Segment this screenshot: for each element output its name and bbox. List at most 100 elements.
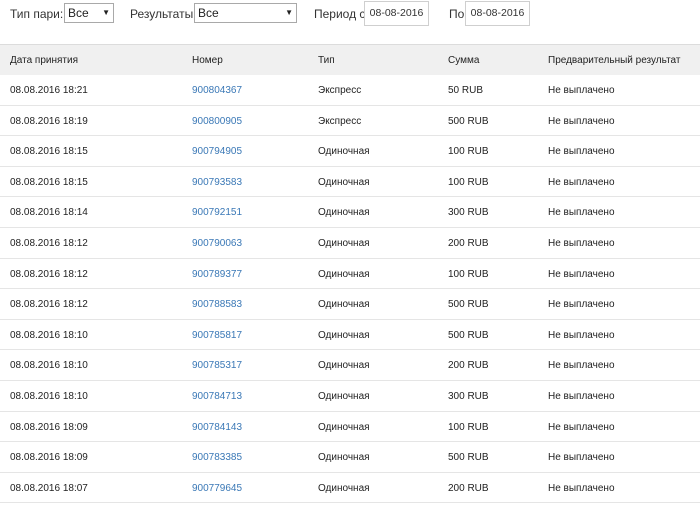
header-amount[interactable]: Сумма — [448, 55, 479, 66]
table-row: 08.08.2016 18:09 900784143 Одиночная 100 RU… — [0, 412, 700, 443]
row-amount: 200 RUB — [448, 360, 489, 372]
row-type: Одиночная — [318, 146, 370, 158]
row-date: 08.08.2016 18:09 — [10, 452, 88, 464]
row-amount: 500 RUB — [448, 115, 489, 127]
row-number-link[interactable]: 900783385 — [192, 452, 242, 463]
row-number-link[interactable]: 900794905 — [192, 146, 242, 157]
table-row: 08.08.2016 18:21 900804367 Экспресс 50 RUB Н… — [0, 75, 700, 106]
row-number-link[interactable]: 900804367 — [192, 85, 242, 96]
bet-type-select[interactable]: Все ▼ — [64, 3, 114, 23]
header-number[interactable]: Номер — [192, 55, 223, 66]
row-result: Не выплачено — [548, 115, 615, 127]
row-amount: 500 RUB — [448, 329, 489, 341]
row-number-link[interactable]: 900779645 — [192, 483, 242, 494]
period-to-input[interactable]: 08-08-2016 — [465, 1, 530, 26]
row-result: Не выплачено — [548, 207, 615, 219]
row-amount: 100 RUB — [448, 176, 489, 188]
row-number-link[interactable]: 900789377 — [192, 269, 242, 280]
row-amount: 100 RUB — [448, 146, 489, 158]
chevron-down-icon: ▼ — [285, 8, 293, 17]
row-type: Одиночная — [318, 207, 370, 219]
row-result: Не выплачено — [548, 85, 615, 96]
row-type: Экспресс — [318, 115, 362, 127]
row-amount: 200 RUB — [448, 482, 489, 494]
bets-table: Дата принятия Номер Тип Сумма Предварите… — [0, 44, 700, 504]
row-date: 08.08.2016 18:12 — [10, 299, 88, 311]
bet-type-value: Все — [68, 6, 89, 20]
row-number-link[interactable]: 900792151 — [192, 207, 242, 218]
filter-bar: Тип пари: Все ▼ Результаты Все ▼ Период … — [0, 0, 700, 28]
table-row: 08.08.2016 18:12 900788583 Одиночная 500 RU… — [0, 289, 700, 320]
row-date: 08.08.2016 18:12 — [10, 237, 88, 249]
row-type: Одиночная — [318, 237, 370, 249]
row-result: Не выплачено — [548, 268, 615, 280]
row-date: 08.08.2016 18:10 — [10, 360, 88, 372]
row-result: Не выплачено — [548, 390, 615, 402]
row-result: Не выплачено — [548, 421, 615, 433]
row-result: Не выплачено — [548, 237, 615, 249]
row-result: Не выплачено — [548, 176, 615, 188]
table-row: 08.08.2016 18:12 900790063 Одиночная 200 RU… — [0, 228, 700, 259]
table-row: 08.08.2016 18:10 900785817 Одиночная 500 RU… — [0, 320, 700, 351]
table-row: 08.08.2016 18:10 900784713 Одиночная 300 RU… — [0, 381, 700, 412]
row-date: 08.08.2016 18:09 — [10, 421, 88, 433]
table-body: 08.08.2016 18:21 900804367 Экспресс 50 RUB Н… — [0, 75, 700, 504]
table-row: 08.08.2016 18:15 900794905 Одиночная 100 RU… — [0, 136, 700, 167]
row-amount: 50 RUB — [448, 85, 484, 96]
row-type: Одиночная — [318, 482, 370, 494]
row-date: 08.08.2016 18:12 — [10, 268, 88, 280]
row-type: Одиночная — [318, 176, 370, 188]
table-row: 08.08.2016 18:12 900789377 Одиночная 100 RU… — [0, 259, 700, 290]
row-date: 08.08.2016 18:07 — [10, 482, 88, 494]
row-result: Не выплачено — [548, 360, 615, 372]
table-header: Дата принятия Номер Тип Сумма Предварите… — [0, 44, 700, 75]
table-row: 08.08.2016 18:09 900783385 Одиночная 500 RU… — [0, 442, 700, 473]
row-number-link[interactable]: 900785817 — [192, 330, 242, 341]
row-type: Одиночная — [318, 421, 370, 433]
period-to-label: По — [449, 7, 465, 21]
row-type: Одиночная — [318, 329, 370, 341]
row-type: Одиночная — [318, 452, 370, 464]
row-type: Одиночная — [318, 299, 370, 311]
results-value: Все — [198, 6, 219, 20]
row-amount: 100 RUB — [448, 421, 489, 433]
row-amount: 100 RUB — [448, 268, 489, 280]
results-select[interactable]: Все ▼ — [194, 3, 297, 23]
row-date: 08.08.2016 18:15 — [10, 146, 88, 158]
row-number-link[interactable]: 900790063 — [192, 238, 242, 249]
row-number-link[interactable]: 900785317 — [192, 360, 242, 371]
row-result: Не выплачено — [548, 146, 615, 158]
row-type: Одиночная — [318, 268, 370, 280]
row-date: 08.08.2016 18:19 — [10, 115, 88, 127]
row-amount: 500 RUB — [448, 299, 489, 311]
row-result: Не выплачено — [548, 482, 615, 494]
chevron-down-icon: ▼ — [102, 8, 110, 17]
row-result: Не выплачено — [548, 329, 615, 341]
row-date: 08.08.2016 18:10 — [10, 390, 88, 402]
row-date: 08.08.2016 18:21 — [10, 85, 88, 96]
row-number-link[interactable]: 900784143 — [192, 422, 242, 433]
row-amount: 300 RUB — [448, 390, 489, 402]
results-label: Результаты — [130, 7, 194, 21]
header-type[interactable]: Тип — [318, 55, 335, 66]
header-result[interactable]: Предварительный результат — [548, 55, 680, 66]
period-from-input[interactable]: 08-08-2016 — [364, 1, 429, 26]
row-amount: 200 RUB — [448, 237, 489, 249]
header-date[interactable]: Дата принятия — [10, 55, 78, 66]
row-result: Не выплачено — [548, 299, 615, 311]
table-row: 08.08.2016 18:10 900785317 Одиночная 200 RU… — [0, 350, 700, 381]
row-number-link[interactable]: 900800905 — [192, 116, 242, 127]
row-amount: 300 RUB — [448, 207, 489, 219]
row-type: Одиночная — [318, 360, 370, 372]
row-number-link[interactable]: 900788583 — [192, 299, 242, 310]
table-row: 08.08.2016 18:14 900792151 Одиночная 300 RU… — [0, 197, 700, 228]
row-date: 08.08.2016 18:10 — [10, 329, 88, 341]
row-date: 08.08.2016 18:15 — [10, 176, 88, 188]
row-type: Экспресс — [318, 85, 362, 96]
row-number-link[interactable]: 900793583 — [192, 177, 242, 188]
row-type: Одиночная — [318, 390, 370, 402]
row-amount: 500 RUB — [448, 452, 489, 464]
row-number-link[interactable]: 900784713 — [192, 391, 242, 402]
bet-type-label: Тип пари: — [10, 7, 64, 21]
row-result: Не выплачено — [548, 452, 615, 464]
